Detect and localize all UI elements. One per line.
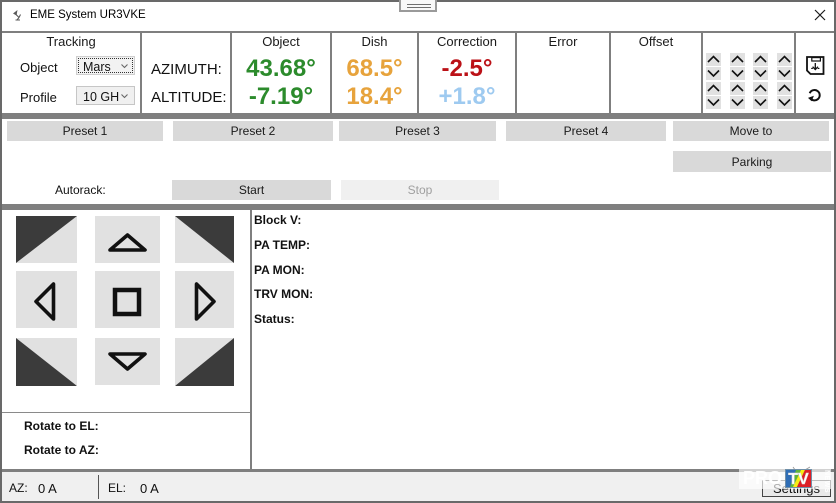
svg-text:TV: TV bbox=[788, 471, 809, 488]
